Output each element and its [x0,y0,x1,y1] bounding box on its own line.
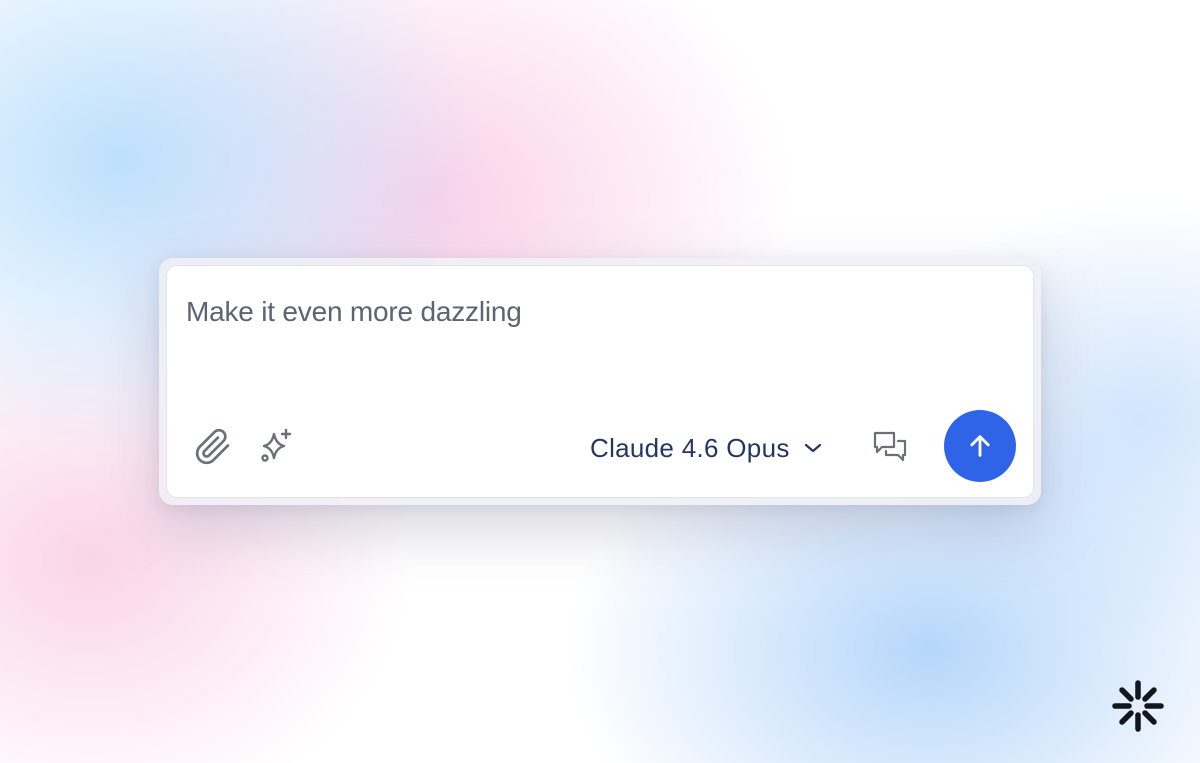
chat-bubbles-icon [873,431,907,462]
prompt-input[interactable]: Make it even more dazzling [186,295,522,329]
model-label: Claude 4.6 Opus [590,432,790,463]
paperclip-icon [195,428,230,465]
brand-logo [1112,680,1164,732]
composer-frame: Make it even more dazzling Claude 4.6 Op… [159,258,1041,505]
arrow-up-icon [970,435,990,457]
composer-card: Make it even more dazzling Claude 4.6 Op… [166,265,1034,498]
attach-button[interactable] [194,428,232,466]
starburst-logo-icon [1112,680,1164,732]
send-button[interactable] [944,410,1016,482]
chevron-down-icon [804,443,821,453]
sparkles-icon [261,428,292,462]
magic-button[interactable] [257,426,297,466]
model-selector[interactable]: Claude 4.6 Opus [590,431,822,465]
chat-mode-button[interactable] [871,428,909,466]
